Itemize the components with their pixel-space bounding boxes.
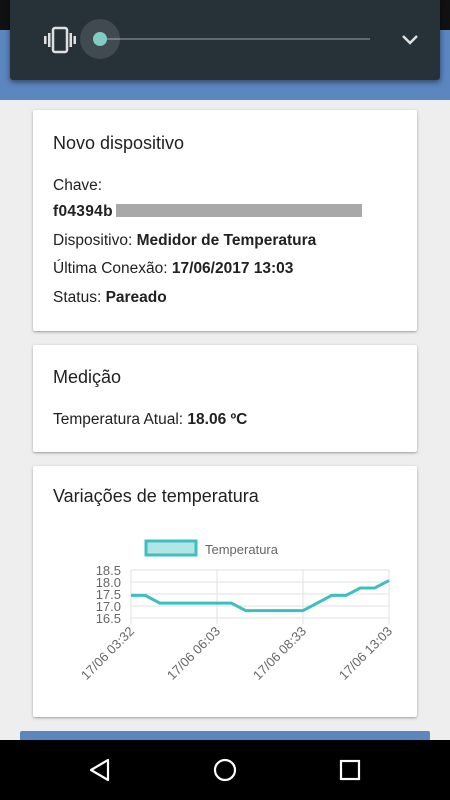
device-value: Medidor de Temperatura bbox=[136, 232, 317, 249]
device-label: Dispositivo: bbox=[53, 232, 133, 249]
current-temp-label: Temperatura Atual: bbox=[53, 411, 184, 428]
current-temp-value: 18.06 ºC bbox=[187, 411, 248, 428]
device-card: Novo dispositivo Chave: f04394b Disposit… bbox=[33, 110, 417, 331]
x-tick-label: 17/06 03:32 bbox=[78, 624, 137, 683]
measurement-card: Medição Temperatura Atual: 18.06 ºC bbox=[33, 345, 417, 452]
volume-panel bbox=[10, 0, 440, 80]
legend-label: Temperatura bbox=[205, 542, 279, 557]
last-connection-value: 17/06/2017 13:03 bbox=[171, 260, 294, 277]
y-tick-label: 16.5 bbox=[96, 611, 121, 626]
chart-card: Variações de temperatura Temperatura 18.… bbox=[33, 466, 417, 717]
last-connection-row: Última Conexão: 17/06/2017 13:03 bbox=[53, 260, 293, 278]
navigation-bar bbox=[0, 740, 450, 800]
home-icon[interactable] bbox=[209, 754, 241, 786]
status-row: Status: Pareado bbox=[53, 289, 167, 307]
chevron-down-icon[interactable] bbox=[398, 30, 422, 50]
key-value: f04394b bbox=[53, 203, 113, 220]
temperature-chart: Temperatura 18.518.017.517.016.5 17/06 0… bbox=[78, 539, 395, 683]
measurement-card-title: Medição bbox=[53, 367, 122, 387]
device-row: Dispositivo: Medidor de Temperatura bbox=[53, 232, 316, 250]
x-tick-label: 17/06 13:03 bbox=[336, 624, 395, 683]
vibrate-icon[interactable] bbox=[44, 26, 76, 54]
recents-icon[interactable] bbox=[334, 754, 366, 786]
legend-swatch bbox=[144, 539, 198, 557]
back-icon[interactable] bbox=[84, 754, 116, 786]
status-label: Status: bbox=[53, 289, 102, 306]
volume-slider-track[interactable] bbox=[100, 38, 370, 40]
key-redaction bbox=[116, 204, 362, 217]
current-temp-row: Temperatura Atual: 18.06 ºC bbox=[53, 411, 247, 429]
status-value: Pareado bbox=[105, 289, 167, 306]
last-connection-label: Última Conexão: bbox=[53, 260, 168, 277]
key-row: f04394b bbox=[53, 203, 362, 221]
device-card-title: Novo dispositivo bbox=[53, 133, 185, 153]
key-label: Chave: bbox=[53, 177, 103, 194]
volume-slider-thumb[interactable] bbox=[93, 32, 107, 46]
x-tick-label: 17/06 08:33 bbox=[250, 624, 309, 683]
x-tick-label: 17/06 06:03 bbox=[164, 624, 223, 683]
